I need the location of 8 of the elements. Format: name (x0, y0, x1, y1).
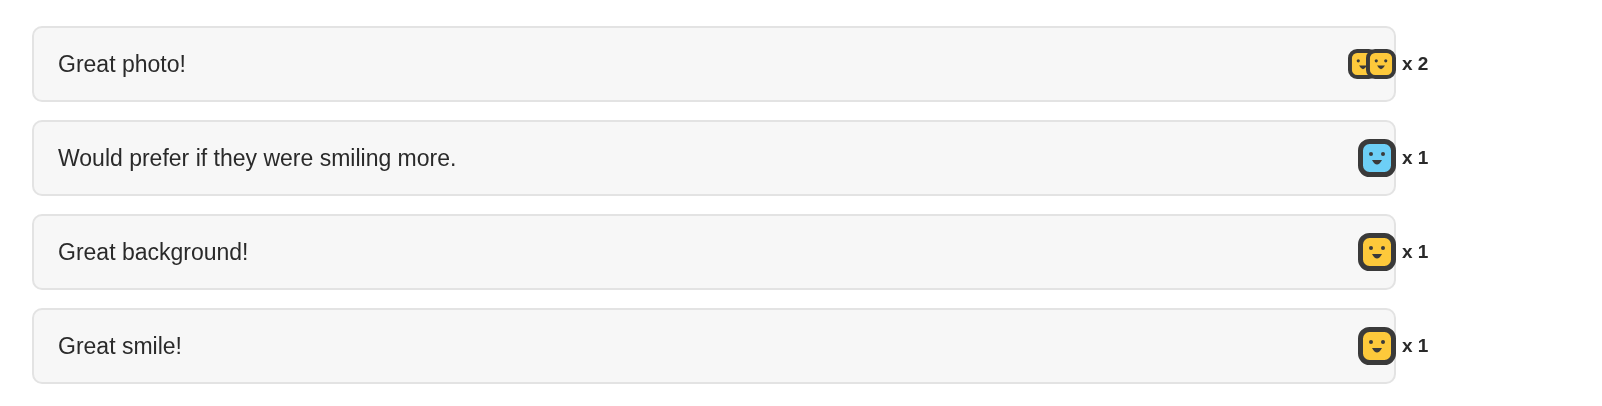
reaction-count: x 1 (1402, 241, 1429, 263)
comment-text: Great photo! (58, 50, 186, 78)
reaction-count: x 2 (1402, 53, 1429, 75)
reaction-count: x 1 (1402, 335, 1429, 357)
comment-text: Would prefer if they were smiling more. (58, 144, 457, 172)
comment-text: Great smile! (58, 332, 182, 360)
comment-text: Great background! (58, 238, 249, 266)
reaction-count: x 1 (1402, 147, 1429, 169)
